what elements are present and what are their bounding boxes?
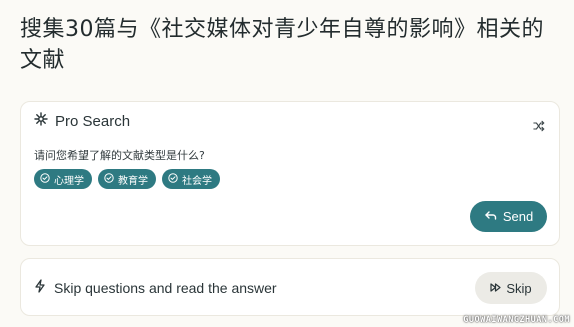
- option-chips: 心理学 教育学 社会学: [34, 169, 220, 189]
- page-title: 搜集30篇与《社交媒体对青少年自尊的影响》相关的文献: [20, 17, 544, 73]
- skip-prompt-text: Skip questions and read the answer: [54, 279, 277, 296]
- skip-label: Skip: [506, 280, 532, 296]
- option-chip-label: 社会学: [182, 175, 212, 187]
- skip-card: Skip questions and read the answer Skip: [20, 258, 560, 316]
- option-chip-label: 教育学: [118, 175, 148, 187]
- shuffle-icon[interactable]: [532, 119, 546, 133]
- skip-prompt: Skip questions and read the answer: [34, 279, 277, 296]
- bolt-icon: [34, 279, 46, 296]
- check-circle-icon: [40, 172, 50, 186]
- pro-search-label: Pro Search: [55, 112, 131, 130]
- pro-search-card: Pro Search 请问您希望了解的文献类型是什么? 心理学 教育学 社会学 …: [20, 101, 560, 246]
- send-label: Send: [502, 209, 534, 224]
- check-circle-icon: [104, 172, 114, 186]
- watermark: GUOWAIWANGZHUAN.COM: [463, 315, 570, 325]
- reply-arrow-icon: [484, 209, 497, 225]
- fast-forward-icon: [490, 281, 501, 296]
- question-text: 请问您希望了解的文献类型是什么?: [34, 149, 205, 162]
- skip-button[interactable]: Skip: [475, 272, 547, 304]
- option-chip-label: 心理学: [54, 175, 84, 187]
- option-chip-psychology[interactable]: 心理学: [34, 169, 92, 189]
- option-chip-education[interactable]: 教育学: [98, 169, 156, 189]
- sparkle-icon: [34, 112, 48, 130]
- send-button[interactable]: Send: [470, 201, 547, 232]
- check-circle-icon: [168, 172, 178, 186]
- pro-search-header: Pro Search: [34, 112, 130, 130]
- option-chip-sociology[interactable]: 社会学: [162, 169, 220, 189]
